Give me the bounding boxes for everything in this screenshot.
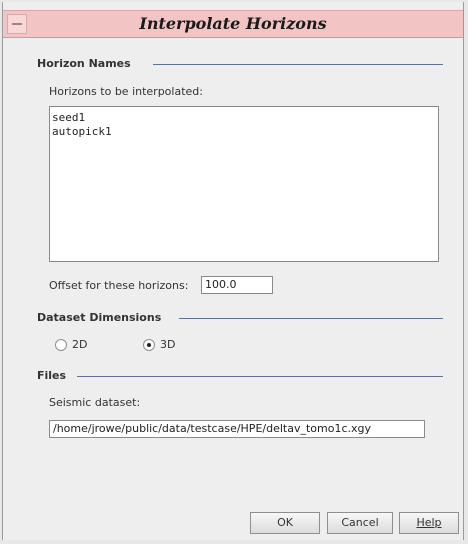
section-divider (153, 64, 443, 65)
ok-button[interactable]: OK (250, 512, 320, 534)
list-item[interactable]: seed1 (50, 111, 438, 125)
radio-3d[interactable]: 3D (143, 338, 175, 351)
section-title-dataset-dimensions: Dataset Dimensions (37, 311, 162, 324)
dialog-window: Interpolate Horizons Horizon Names Horiz… (2, 2, 464, 540)
help-button[interactable]: Help (399, 512, 459, 534)
section-title-files: Files (37, 369, 67, 382)
cancel-button[interactable]: Cancel (327, 512, 393, 534)
offset-label: Offset for these horizons: (49, 279, 189, 292)
radio-circle-icon[interactable] (55, 338, 67, 351)
radio-2d[interactable]: 2D (55, 338, 87, 351)
list-item[interactable]: autopick1 (50, 125, 438, 139)
seismic-dataset-input[interactable]: /home/jrowe/public/data/testcase/HPE/del… (49, 420, 425, 438)
section-divider (179, 318, 443, 319)
horizons-listbox[interactable]: seed1 autopick1 (49, 106, 439, 262)
radio-2d-label: 2D (72, 338, 88, 351)
section-title-horizon-names: Horizon Names (37, 57, 131, 70)
radio-3d-label: 3D (160, 338, 176, 351)
horizons-list-label: Horizons to be interpolated: (49, 85, 203, 98)
radio-selected-icon[interactable] (143, 338, 155, 351)
title-bar: Interpolate Horizons (3, 10, 463, 38)
seismic-dataset-label: Seismic dataset: (49, 396, 141, 409)
window-title: Interpolate Horizons (139, 14, 327, 33)
offset-input[interactable]: 100.0 (201, 276, 273, 294)
section-divider (77, 376, 443, 377)
